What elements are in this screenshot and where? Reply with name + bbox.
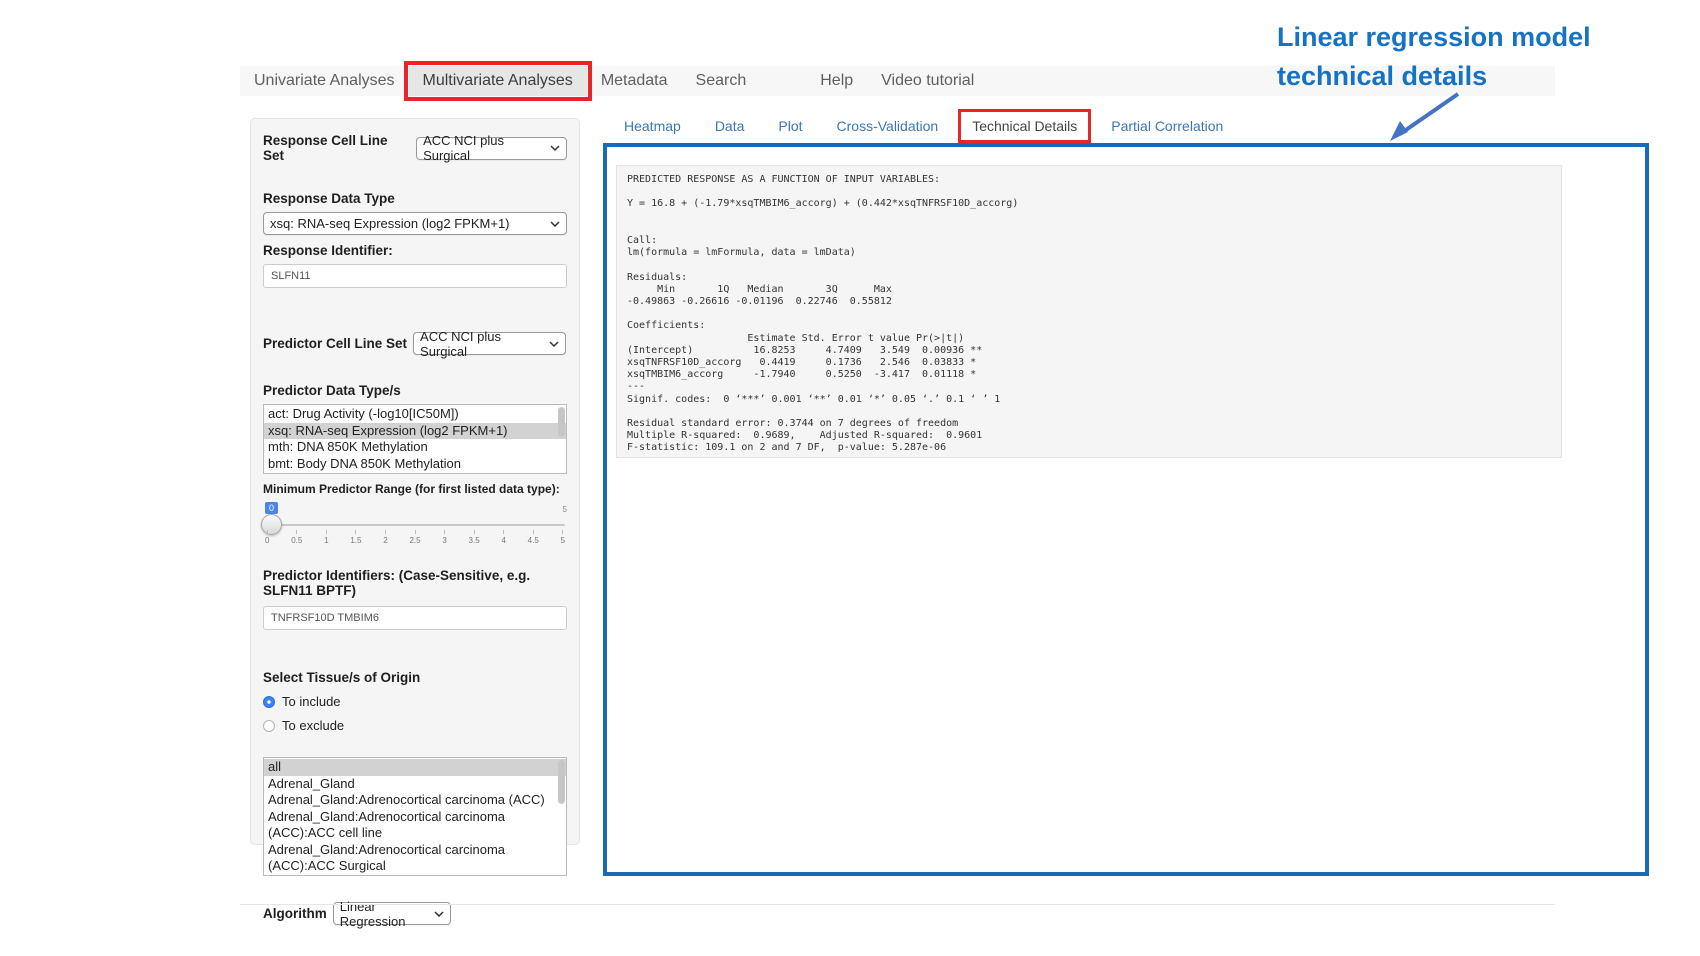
predictor-identifiers-label: Predictor Identifiers: (Case-Sensitive, …: [263, 568, 567, 598]
tab-plot[interactable]: Plot: [778, 118, 802, 134]
radio-to-include-label: To include: [282, 694, 341, 709]
slider-tick: 3.5: [469, 530, 480, 545]
response-identifier-label: Response Identifier:: [263, 243, 567, 258]
chevron-down-icon: [550, 221, 560, 227]
controls-sidebar: Response Cell Line Set ACC NCI plus Surg…: [250, 118, 580, 845]
slider-tick: 4: [501, 530, 505, 545]
tab-cross-validation[interactable]: Cross-Validation: [837, 118, 939, 134]
nav-item-univariate-analyses[interactable]: Univariate Analyses: [240, 66, 409, 96]
tab-partial-correlation[interactable]: Partial Correlation: [1111, 118, 1223, 134]
predictor-cell-line-set-label: Predictor Cell Line Set: [263, 336, 407, 351]
nav-item-search[interactable]: Search: [682, 66, 761, 96]
min-predictor-range-slider: 0 5 0 0.5 1 1.5 2 2.5 3 3.5 4 4.5 5: [263, 502, 567, 552]
tissue-option-selected[interactable]: all: [264, 759, 566, 776]
radio-button-icon[interactable]: [263, 696, 275, 708]
tissue-option[interactable]: Adrenal_Gland:Adrenocortical carcinoma (…: [264, 842, 566, 875]
slider-tick: 1: [324, 530, 328, 545]
technical-details-highlight-panel: PREDICTED RESPONSE AS A FUNCTION OF INPU…: [603, 143, 1649, 876]
predictor-data-type-option[interactable]: act: Drug Activity (-log10[IC50M]): [264, 406, 566, 423]
annotation-heading-line1: Linear regression model: [1277, 18, 1697, 57]
tab-technical-details[interactable]: Technical Details: [961, 112, 1088, 140]
slider-tick-labels: 0 0.5 1 1.5 2 2.5 3 3.5 4 4.5 5: [265, 530, 565, 545]
slider-tick: 0: [265, 530, 269, 545]
predictor-data-types-listbox: act: Drug Activity (-log10[IC50M]) xsq: …: [263, 404, 567, 474]
slider-tick: 3: [442, 530, 446, 545]
annotation-heading-line2: technical details: [1277, 57, 1697, 96]
scrollbar-thumb[interactable]: [558, 407, 565, 437]
response-cell-line-set-label: Response Cell Line Set: [263, 133, 410, 163]
slider-tick: 4.5: [528, 530, 539, 545]
predictor-data-type-option[interactable]: bmt: Body DNA 850K Methylation: [264, 456, 566, 473]
tissue-option[interactable]: Adrenal_Gland:Adrenocortical carcinoma (…: [264, 809, 566, 842]
scrollbar-thumb[interactable]: [558, 760, 565, 804]
radio-button-icon[interactable]: [263, 720, 275, 732]
tissue-listbox: all Adrenal_Gland Adrenal_Gland:Adrenoco…: [263, 757, 567, 876]
chevron-down-icon: [434, 911, 444, 917]
chevron-down-icon: [549, 341, 559, 347]
predictor-cell-line-set-value: ACC NCI plus Surgical: [420, 329, 543, 359]
response-data-type-select[interactable]: xsq: RNA-seq Expression (log2 FPKM+1): [263, 212, 567, 235]
slider-value-badge: 0: [265, 502, 278, 514]
radio-to-exclude-label: To exclude: [282, 718, 344, 733]
response-data-type-value: xsq: RNA-seq Expression (log2 FPKM+1): [270, 216, 510, 231]
chevron-down-icon: [550, 145, 560, 151]
slider-track[interactable]: [265, 524, 565, 526]
response-cell-line-set-value: ACC NCI plus Surgical: [423, 133, 544, 163]
algorithm-label: Algorithm: [263, 906, 327, 921]
bottom-divider: [240, 904, 1555, 905]
response-data-type-label: Response Data Type: [263, 191, 567, 206]
algorithm-select[interactable]: Linear Regression: [333, 902, 451, 925]
predictor-data-types-label: Predictor Data Type/s: [263, 383, 567, 398]
regression-summary-output: PREDICTED RESPONSE AS A FUNCTION OF INPU…: [616, 165, 1562, 458]
radio-to-include[interactable]: To include: [263, 694, 567, 709]
predictor-identifiers-input[interactable]: [263, 606, 567, 630]
results-tabbar: Heatmap Data Plot Cross-Validation Techn…: [624, 118, 1223, 134]
tab-data[interactable]: Data: [715, 118, 745, 134]
slider-tick: 1.5: [350, 530, 361, 545]
slider-tick: 5: [561, 530, 565, 545]
nav-item-help[interactable]: Help: [806, 66, 867, 96]
slider-tick: 0.5: [291, 530, 302, 545]
tissue-origin-label: Select Tissue/s of Origin: [263, 670, 567, 685]
radio-to-exclude[interactable]: To exclude: [263, 718, 567, 733]
scrollbar-track[interactable]: [557, 760, 565, 873]
tab-heatmap[interactable]: Heatmap: [624, 118, 681, 134]
tissue-option[interactable]: Adrenal_Gland: [264, 776, 566, 793]
algorithm-value: Linear Regression: [340, 899, 428, 929]
predictor-data-type-option-selected[interactable]: xsq: RNA-seq Expression (log2 FPKM+1): [264, 423, 566, 440]
predictor-data-type-option[interactable]: mth: DNA 850K Methylation: [264, 439, 566, 456]
response-cell-line-set-select[interactable]: ACC NCI plus Surgical: [416, 137, 567, 160]
min-predictor-range-label: Minimum Predictor Range (for first liste…: [263, 482, 567, 496]
nav-item-video-tutorial[interactable]: Video tutorial: [867, 66, 988, 96]
slider-tick: 2.5: [409, 530, 420, 545]
slider-max-label: 5: [563, 505, 567, 514]
scrollbar-track[interactable]: [557, 407, 565, 471]
nav-item-metadata[interactable]: Metadata: [587, 66, 682, 96]
predictor-cell-line-set-select[interactable]: ACC NCI plus Surgical: [413, 332, 566, 355]
slider-tick: 2: [383, 530, 387, 545]
nav-item-multivariate-analyses[interactable]: Multivariate Analyses: [409, 66, 587, 96]
tissue-option[interactable]: Adrenal_Gland:Adrenocortical carcinoma (…: [264, 792, 566, 809]
annotation-arrow-icon: [1378, 88, 1468, 148]
response-identifier-input[interactable]: [263, 264, 567, 288]
annotation-heading: Linear regression model technical detail…: [1277, 18, 1697, 96]
